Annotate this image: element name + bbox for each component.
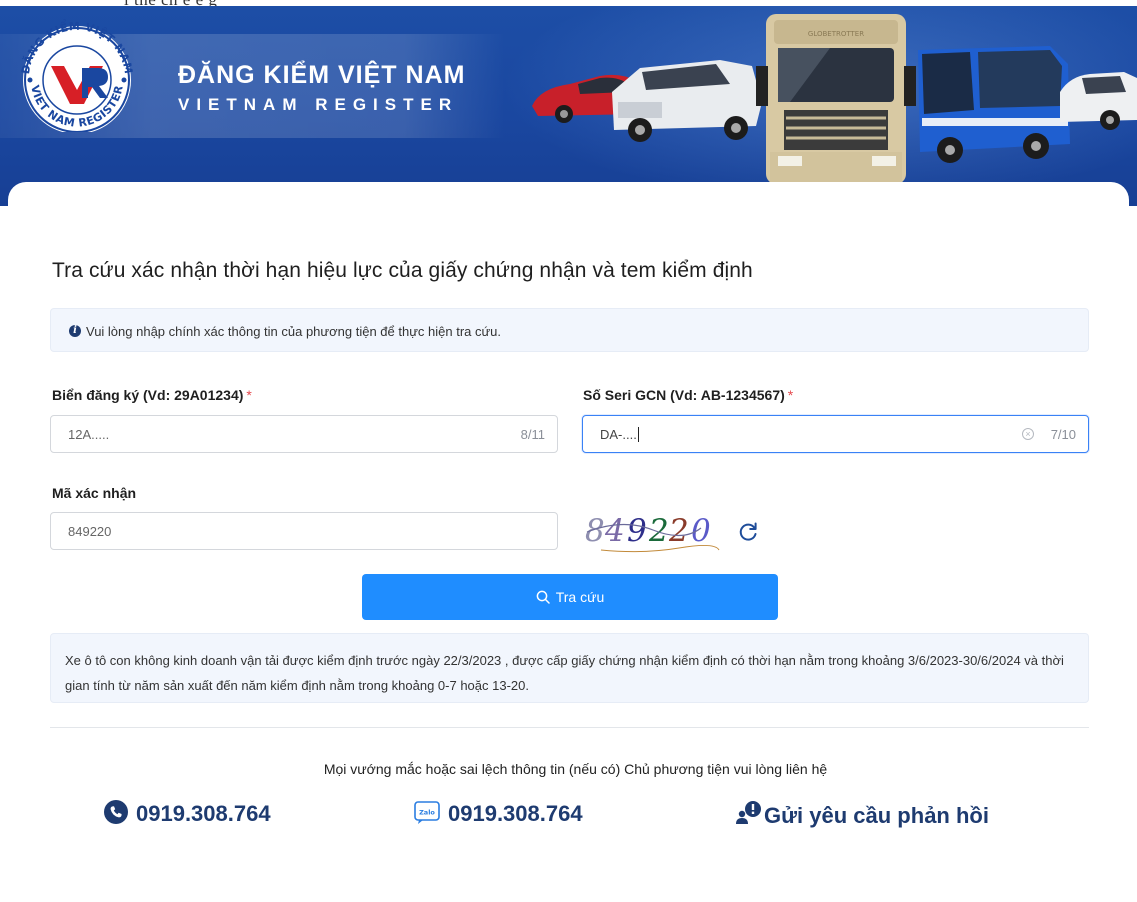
search-button-label: Tra cứu — [555, 589, 605, 605]
info-circle-icon: i — [69, 325, 81, 337]
header-banner: ĐĂNG KIỂM VIỆT NAM VIET NAM REGISTER ĐĂN… — [0, 6, 1137, 206]
refresh-icon[interactable] — [737, 521, 759, 543]
plate-label: Biển đăng ký (Vd: 29A01234) * — [52, 387, 252, 403]
captcha-input-value: 849220 — [68, 524, 112, 539]
captcha-label: Mã xác nhận — [52, 485, 137, 501]
zalo-link[interactable]: Zalo 0919.308.764 — [414, 800, 583, 827]
search-button[interactable]: Tra cứu — [362, 574, 778, 620]
captcha-input[interactable]: 849220 — [50, 512, 558, 550]
plate-char-count: 8/11 — [520, 427, 545, 442]
bus-image — [918, 46, 1070, 163]
svg-text:9: 9 — [627, 513, 647, 549]
brand-subtitle: VIETNAM REGISTER — [178, 95, 459, 114]
svg-text:0: 0 — [691, 513, 711, 549]
required-mark: * — [246, 387, 252, 403]
required-mark: * — [787, 387, 794, 403]
feedback-user-icon — [736, 801, 761, 824]
feedback-link[interactable]: Gửi yêu cầu phản hồi — [736, 800, 989, 829]
info-message: i Vui lòng nhập chính xác thông tin của … — [50, 308, 1089, 352]
vietnam-register-logo: ĐĂNG KIỂM VIỆT NAM VIET NAM REGISTER — [19, 19, 135, 132]
white-car-image — [1060, 72, 1137, 130]
svg-text:Zalo: Zalo — [419, 809, 435, 817]
plate-input[interactable]: 12A..... 8/11 — [50, 415, 558, 453]
vehicles-illustration: GLOBETROTTER — [532, 14, 1137, 184]
phone-number: 0919.308.764 — [136, 801, 271, 826]
zalo-icon: Zalo — [414, 801, 440, 824]
search-icon — [536, 590, 550, 604]
captcha-image: 8 4 9 2 2 0 — [585, 513, 720, 553]
svg-text:2: 2 — [668, 513, 689, 549]
divider — [50, 727, 1089, 728]
phone-link[interactable]: 0919.308.764 — [104, 800, 271, 827]
truck-image: GLOBETROTTER — [756, 14, 916, 184]
white-suv-image — [612, 60, 762, 142]
plate-input-value: 12A..... — [68, 427, 110, 442]
svg-text:2: 2 — [648, 513, 669, 549]
contact-text: Mọi vướng mắc hoặc sai lệch thông tin (n… — [323, 761, 828, 777]
svg-text:GLOBETROTTER: GLOBETROTTER — [808, 30, 864, 38]
serial-input[interactable]: DA-.... × 7/10 — [582, 415, 1089, 453]
info-text: Vui lòng nhập chính xác thông tin của ph… — [86, 324, 502, 339]
serial-label: Số Seri GCN (Vd: AB-1234567) * — [583, 387, 794, 403]
brand-title: ĐĂNG KIỂM VIỆT NAM — [178, 61, 466, 89]
clear-icon[interactable]: × — [1022, 428, 1034, 440]
serial-input-value: DA-.... — [600, 427, 639, 442]
serial-char-count: 7/10 — [1050, 427, 1076, 442]
feedback-label: Gửi yêu cầu phản hồi — [764, 803, 989, 828]
note-box: Xe ô tô con không kinh doanh vận tải đượ… — [50, 633, 1089, 703]
zalo-number: 0919.308.764 — [448, 801, 583, 826]
page-title: Tra cứu xác nhận thời hạn hiệu lực của g… — [52, 259, 753, 282]
phone-icon — [104, 800, 128, 824]
svg-text:4: 4 — [604, 513, 625, 549]
